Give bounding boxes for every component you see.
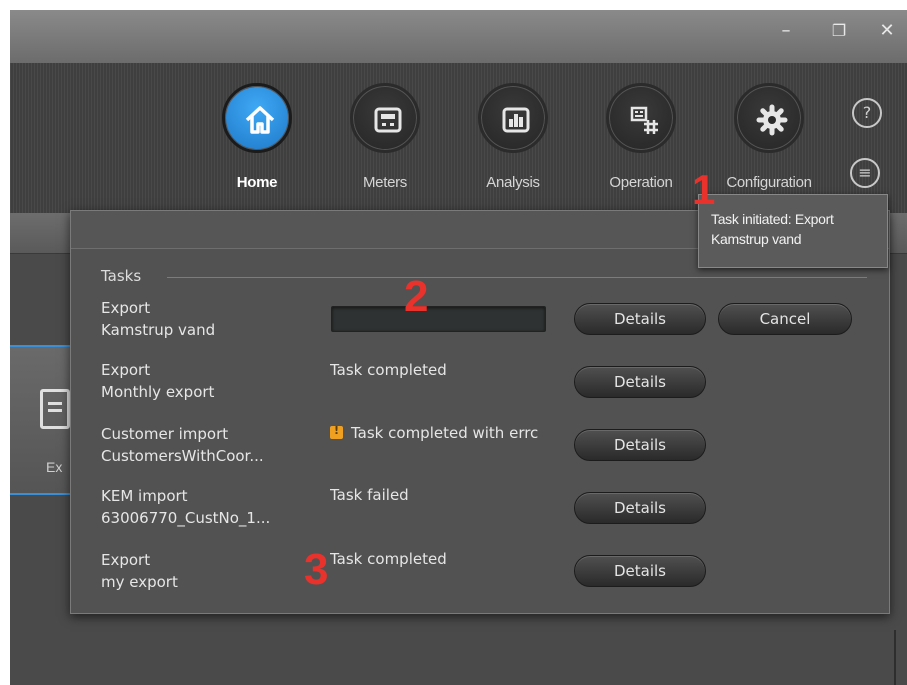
task-status-warning: Task completed with errc	[330, 424, 566, 442]
details-button[interactable]: Details	[574, 492, 706, 524]
close-button[interactable]: ✕	[874, 18, 900, 44]
task-progress-bar	[331, 306, 546, 332]
task-status-text: Task completed with errc	[351, 424, 539, 442]
task-type: Export	[101, 361, 151, 379]
task-row-3: Customer import CustomersWithCoor...	[101, 423, 264, 467]
warning-icon	[330, 424, 343, 439]
task-name: my export	[101, 573, 178, 591]
annotation-3: 3	[304, 545, 329, 594]
document-icon	[40, 389, 70, 429]
tasks-panel: Tasks Export Kamstrup vand Details Cance…	[70, 210, 890, 614]
bar-chart-icon	[478, 83, 548, 153]
annotation-1: 1	[692, 166, 716, 213]
task-row-1: Export Kamstrup vand	[101, 297, 215, 341]
task-name: Kamstrup vand	[101, 321, 216, 339]
nav-home-label: Home	[236, 174, 278, 191]
details-button[interactable]: Details	[574, 303, 706, 335]
task-type: Export	[101, 551, 151, 569]
task-row-5: Export my export	[101, 549, 178, 593]
tasks-legend: Tasks	[101, 267, 142, 285]
task-status: Task completed	[330, 361, 447, 379]
nav-home[interactable]: Home	[196, 83, 316, 201]
main-navigation: Home Meters Analysis Operation Configura…	[10, 63, 907, 213]
nav-analysis[interactable]: Analysis	[452, 83, 572, 201]
task-status: Task completed	[330, 550, 447, 568]
nav-operation-label: Operation	[609, 174, 673, 191]
export-tile-label: Ex	[46, 459, 63, 475]
restore-button[interactable]: ❐	[826, 18, 852, 44]
tasks-list-icon[interactable]: ≡	[850, 158, 880, 188]
title-bar: – ❐ ✕	[10, 10, 907, 63]
details-button[interactable]: Details	[574, 555, 706, 587]
annotation-2: 2	[404, 272, 429, 321]
details-button[interactable]: Details	[574, 429, 706, 461]
help-icon[interactable]: ?	[852, 98, 882, 128]
task-name: Monthly export	[101, 383, 215, 401]
divider	[894, 630, 896, 685]
cancel-button[interactable]: Cancel	[718, 303, 852, 335]
task-name: CustomersWithCoor...	[101, 447, 264, 465]
home-icon	[222, 83, 292, 153]
task-type: Customer import	[101, 425, 229, 443]
nav-configuration[interactable]: Configuration	[708, 83, 828, 201]
operation-icon	[606, 83, 676, 153]
nav-analysis-label: Analysis	[486, 174, 540, 191]
minimize-button[interactable]: –	[773, 18, 799, 44]
task-initiated-tooltip: Task initiated: Export Kamstrup vand	[698, 194, 888, 268]
nav-operation[interactable]: Operation	[580, 83, 700, 201]
details-button[interactable]: Details	[574, 366, 706, 398]
gear-icon	[734, 83, 804, 153]
task-row-2: Export Monthly export	[101, 359, 214, 403]
task-type: KEM import	[101, 487, 188, 505]
nav-meters[interactable]: Meters	[324, 83, 444, 201]
task-type: Export	[101, 299, 151, 317]
meter-icon	[350, 83, 420, 153]
tooltip-line-1: Task initiated: Export	[711, 211, 834, 227]
tooltip-line-2: Kamstrup vand	[711, 231, 802, 247]
task-name: 63006770_CustNo_1...	[101, 509, 271, 527]
tasks-divider	[167, 277, 867, 278]
task-status: Task failed	[330, 486, 409, 504]
nav-configuration-label: Configuration	[726, 174, 812, 191]
task-row-4: KEM import 63006770_CustNo_1...	[101, 485, 270, 529]
nav-meters-label: Meters	[362, 174, 408, 191]
